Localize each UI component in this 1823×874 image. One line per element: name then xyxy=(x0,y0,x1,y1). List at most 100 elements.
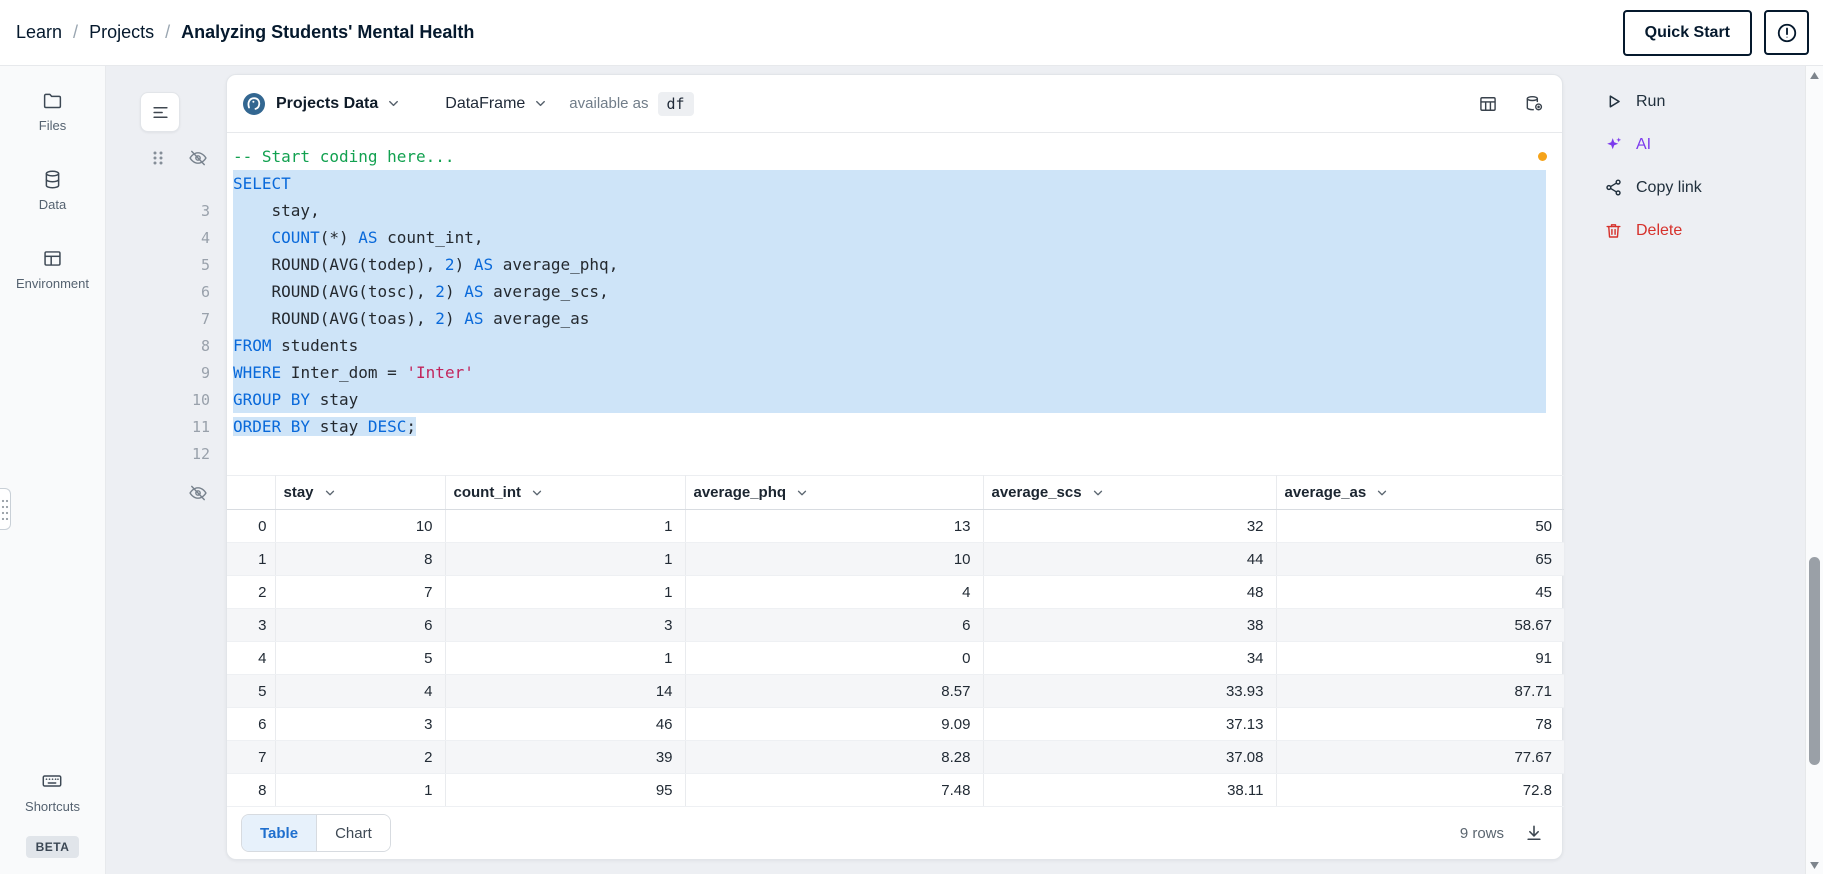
code-line[interactable]: ROUND(AVG(toas), 2) AS average_as xyxy=(233,305,1546,332)
cell: 32 xyxy=(983,509,1277,543)
cell: 4 xyxy=(275,674,446,708)
play-icon xyxy=(1609,95,1620,108)
row-index-cell: 0 xyxy=(227,509,276,543)
sidebar-bottom: Shortcuts BETA xyxy=(25,770,80,858)
table-view-icon[interactable] xyxy=(1478,94,1498,114)
column-header-average_scs[interactable]: average_scs xyxy=(983,475,1277,510)
code-line[interactable]: GROUP BY stay xyxy=(233,386,1546,413)
chevron-down-icon xyxy=(386,96,401,111)
row-index-cell: 2 xyxy=(227,575,276,609)
code-line[interactable]: ROUND(AVG(todep), 2) AS average_phq, xyxy=(233,251,1546,278)
code-line[interactable]: SELECT xyxy=(233,170,1546,197)
code-line[interactable]: -- Start coding here... xyxy=(233,143,1546,170)
line-number: 3 xyxy=(200,202,210,220)
result-header-row: stay count_int average_phq average_scs avera… xyxy=(227,475,1564,510)
sidebar-item-shortcuts[interactable]: Shortcuts xyxy=(25,770,80,814)
column-label: average_as xyxy=(1284,484,1367,501)
beta-badge: BETA xyxy=(25,836,80,858)
quick-start-button[interactable]: Quick Start xyxy=(1622,9,1752,56)
line-number: 10 xyxy=(191,391,210,409)
sidebar-item-environment[interactable]: Environment xyxy=(16,248,89,291)
index-column-header xyxy=(227,475,276,510)
table-row[interactable]: 0 10 1 13 32 50 xyxy=(227,509,1564,543)
column-label: count_int xyxy=(453,484,522,501)
code-line[interactable] xyxy=(233,440,1546,467)
cell: 9.09 xyxy=(685,707,984,741)
top-bar: Learn / Projects / Analyzing Students' M… xyxy=(0,0,1823,66)
hide-output-button[interactable] xyxy=(188,483,208,503)
action-label: AI xyxy=(1636,135,1652,153)
ai-button[interactable]: AI xyxy=(1604,123,1805,166)
output-type-dropdown[interactable]: DataFrame xyxy=(445,95,548,113)
breadcrumb-learn[interactable]: Learn xyxy=(16,22,62,43)
cell: 37.13 xyxy=(983,707,1277,741)
row-index-cell: 5 xyxy=(227,674,276,708)
folder-icon xyxy=(43,93,62,109)
cell: 46 xyxy=(445,707,686,741)
column-header-average_as[interactable]: average_as xyxy=(1276,475,1564,510)
breadcrumb-projects[interactable]: Projects xyxy=(89,22,154,43)
code-line[interactable]: COUNT(*) AS count_int, xyxy=(233,224,1546,251)
panel-drag-handle[interactable] xyxy=(0,488,11,530)
footer-right: 9 rows xyxy=(1460,823,1544,843)
cell: 2 xyxy=(275,740,446,774)
data-source-dropdown[interactable]: Projects Data xyxy=(276,95,401,113)
cell: 45 xyxy=(1276,575,1564,609)
cell: 14 xyxy=(445,674,686,708)
cell-footer: Table Chart 9 rows xyxy=(227,807,1562,859)
code-line[interactable]: stay, xyxy=(233,197,1546,224)
cell-status-dot xyxy=(1538,152,1547,161)
table-row[interactable]: 6 3 46 9.09 37.13 78 xyxy=(227,707,1564,741)
code-line[interactable]: WHERE Inter_dom = 'Inter' xyxy=(233,359,1546,386)
postgresql-icon xyxy=(243,92,265,115)
action-label: Run xyxy=(1636,92,1666,110)
line-number: 6 xyxy=(200,283,210,301)
help-button[interactable] xyxy=(1764,10,1809,55)
download-icon[interactable] xyxy=(1524,823,1544,843)
sql-editor[interactable]: -- Start coding here... SELECT stay, COUN… xyxy=(227,133,1562,475)
table-row[interactable]: 1 8 1 10 44 65 xyxy=(227,542,1564,576)
cell: 7.48 xyxy=(685,773,984,807)
code-line[interactable]: ROUND(AVG(tosc), 2) AS average_scs, xyxy=(233,278,1546,305)
column-header-stay[interactable]: stay xyxy=(275,475,446,510)
column-header-average_phq[interactable]: average_phq xyxy=(685,475,984,510)
vertical-scrollbar[interactable] xyxy=(1805,66,1823,874)
table-row[interactable]: 4 5 1 0 34 91 xyxy=(227,641,1564,675)
table-row[interactable]: 5 4 14 8.57 33.93 87.71 xyxy=(227,674,1564,708)
delete-button[interactable]: Delete xyxy=(1604,209,1805,252)
code-line[interactable]: FROM students xyxy=(233,332,1546,359)
chevron-down-icon xyxy=(325,490,334,495)
output-type-label: DataFrame xyxy=(445,94,526,112)
drag-dots-icon xyxy=(1,498,9,520)
cell: 78 xyxy=(1276,707,1564,741)
sidebar-item-files[interactable]: Files xyxy=(39,90,66,133)
table-row[interactable]: 7 2 39 8.28 37.08 77.67 xyxy=(227,740,1564,774)
tab-table[interactable]: Table xyxy=(242,815,317,851)
cell: 95 xyxy=(445,773,686,807)
row-index-cell: 3 xyxy=(227,608,276,642)
sidebar-item-data[interactable]: Data xyxy=(39,169,66,212)
code-line[interactable]: ORDER BY stay DESC; xyxy=(233,413,1546,440)
chevron-down-icon xyxy=(1093,490,1102,495)
cell: 34 xyxy=(983,641,1277,675)
table-row[interactable]: 2 7 1 4 48 45 xyxy=(227,575,1564,609)
table-row[interactable]: 3 6 3 6 38 58.67 xyxy=(227,608,1564,642)
copy-link-button[interactable]: Copy link xyxy=(1604,166,1805,209)
table-row[interactable]: 8 1 95 7.48 38.11 72.8 xyxy=(227,773,1564,807)
tab-chart[interactable]: Chart xyxy=(316,815,390,851)
run-button[interactable]: Run xyxy=(1604,80,1805,123)
breadcrumb-separator: / xyxy=(165,22,171,42)
scroll-up-arrow[interactable] xyxy=(1806,66,1823,84)
cell: 72.8 xyxy=(1276,773,1564,807)
scroll-down-arrow[interactable] xyxy=(1806,856,1823,874)
column-header-count_int[interactable]: count_int xyxy=(445,475,686,510)
cell-list-button[interactable] xyxy=(140,92,180,132)
scrollbar-thumb[interactable] xyxy=(1809,557,1820,765)
row-index-cell: 4 xyxy=(227,641,276,675)
line-number: 5 xyxy=(200,256,210,274)
sql-cell: Projects Data DataFrame available as df … xyxy=(226,74,1564,860)
scrollbar-track[interactable] xyxy=(1806,84,1823,856)
data-connection-icon[interactable] xyxy=(1524,94,1544,114)
line-number: 12 xyxy=(191,445,210,463)
alert-icon xyxy=(1777,23,1796,42)
